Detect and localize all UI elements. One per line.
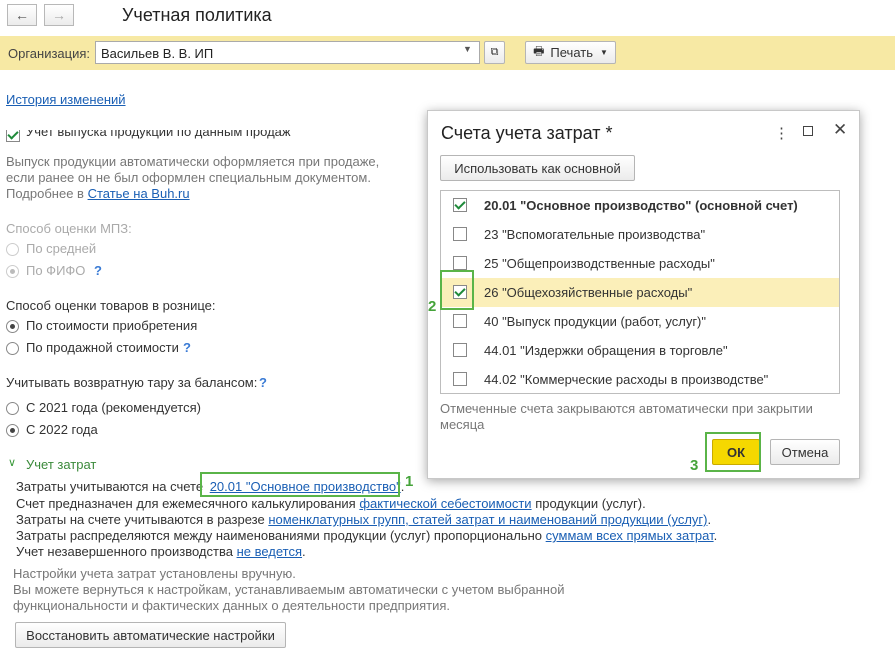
tare-2021-radio[interactable] xyxy=(6,402,19,415)
more-icon[interactable]: ⋮ xyxy=(774,124,789,142)
tare-2022-radio[interactable] xyxy=(6,424,19,437)
list-item[interactable]: 25 "Общепроизводственные расходы" xyxy=(441,249,839,278)
wip-link[interactable]: не ведется xyxy=(237,544,302,559)
highlight-box-2 xyxy=(440,270,474,310)
close-icon[interactable]: ✕ xyxy=(833,120,847,140)
dialog-title: Счета учета затрат * xyxy=(441,123,613,143)
production-more: Подробнее в Статье на Buh.ru xyxy=(6,186,190,201)
costs-line-4: Затраты распределяются между наименовани… xyxy=(16,528,718,543)
mpz-fifo-label: По ФИФО xyxy=(26,263,86,278)
costs-line-2: Счет предназначен для ежемесячного кальк… xyxy=(16,496,646,511)
back-button[interactable]: ← xyxy=(7,4,37,26)
costs-line-3: Затраты на счете учитываются в разрезе н… xyxy=(16,512,712,527)
analytics-link[interactable]: номенклатурных групп, статей затрат и на… xyxy=(268,512,707,527)
direct-costs-link[interactable]: суммам всех прямых затрат xyxy=(546,528,714,543)
forward-button[interactable]: → xyxy=(44,4,74,26)
restore-auto-settings-button[interactable]: Восстановить автоматические настройки xyxy=(15,622,286,648)
highlight-box-3 xyxy=(705,432,761,472)
annotation-1: 1 xyxy=(405,473,414,490)
tare-2021-label: С 2021 года (рекомендуется) xyxy=(26,400,201,415)
help-icon[interactable]: ? xyxy=(183,340,191,355)
actual-cost-link[interactable]: фактической себестоимости xyxy=(359,496,531,511)
help-icon[interactable]: ? xyxy=(94,263,102,278)
dropdown-arrow-icon[interactable]: ▼ xyxy=(463,44,472,54)
page-title: Учетная политика xyxy=(122,5,272,25)
mpz-fifo-radio[interactable] xyxy=(6,265,19,278)
cancel-button[interactable]: Отмена xyxy=(770,439,840,465)
cost-accounts-dialog: Счета учета затрат * ⋮ ✕ Использовать ка… xyxy=(427,110,860,479)
arrow-right-icon: → xyxy=(52,7,66,23)
mpz-avg-label: По средней xyxy=(26,241,97,256)
account-checkbox[interactable] xyxy=(453,227,467,241)
list-item[interactable]: 23 "Вспомогательные производства" xyxy=(441,220,839,249)
dialog-note-2: месяца xyxy=(440,417,485,432)
retail-purchase-label: По стоимости приобретения xyxy=(26,318,198,333)
org-label: Организация: xyxy=(8,46,91,61)
account-checkbox[interactable] xyxy=(453,198,467,212)
retail-label: Способ оценки товаров в рознице: xyxy=(6,298,216,313)
retail-purchase-radio[interactable] xyxy=(6,320,19,333)
list-item[interactable]: 20.01 "Основное производство" (основной … xyxy=(441,191,839,220)
retail-sale-radio[interactable] xyxy=(6,342,19,355)
annotation-3: 3 xyxy=(690,457,699,474)
retail-sale-label: По продажной стоимости xyxy=(26,340,179,355)
costs-note-2: Вы можете вернуться к настройкам, устана… xyxy=(13,582,565,597)
account-checkbox[interactable] xyxy=(453,314,467,328)
printer-icon: 🖶 xyxy=(533,44,545,58)
costs-section-title[interactable]: Учет затрат xyxy=(26,457,96,472)
maximize-icon[interactable] xyxy=(803,126,813,136)
org-input[interactable]: Васильев В. В. ИП ▼ xyxy=(95,41,480,64)
print-button[interactable]: 🖶 Печать ▼ xyxy=(525,41,616,64)
costs-note-3: функциональности и фактических данных о … xyxy=(13,598,451,613)
chevron-down-icon[interactable]: ∨ xyxy=(8,456,16,469)
list-item-selected[interactable]: 26 "Общехозяйственные расходы" xyxy=(441,278,839,307)
production-desc-1: Выпуск продукции автоматически оформляет… xyxy=(6,154,380,169)
costs-line-5: Учет незавершенного производства не веде… xyxy=(16,544,306,559)
costs-note-1: Настройки учета затрат установлены вручн… xyxy=(13,566,296,581)
mpz-avg-radio[interactable] xyxy=(6,243,19,256)
tare-2022-label: С 2022 года xyxy=(26,422,98,437)
account-checkbox[interactable] xyxy=(453,372,467,386)
organization-bar: Организация: Васильев В. В. ИП ▼ ⧉ 🖶 Печ… xyxy=(0,36,895,70)
use-as-main-button[interactable]: Использовать как основной xyxy=(440,155,635,181)
chevron-down-icon: ▼ xyxy=(600,48,608,57)
account-checkbox[interactable] xyxy=(453,256,467,270)
arrow-left-icon: ← xyxy=(15,7,29,23)
production-label: Учет выпуска продукции по данным продаж xyxy=(26,130,291,139)
history-link[interactable]: История изменений xyxy=(6,92,126,107)
open-org-button[interactable]: ⧉ xyxy=(484,41,505,64)
highlight-box-1 xyxy=(200,472,400,497)
list-item[interactable]: 44.01 "Издержки обращения в торговле" xyxy=(441,336,839,365)
production-checkbox[interactable] xyxy=(6,130,20,142)
help-icon[interactable]: ? xyxy=(259,375,267,390)
list-item[interactable]: 40 "Выпуск продукции (работ, услуг)" xyxy=(441,307,839,336)
buh-article-link[interactable]: Статье на Buh.ru xyxy=(88,186,190,201)
annotation-2: 2 xyxy=(428,298,437,315)
account-checkbox[interactable] xyxy=(453,343,467,357)
accounts-list: 20.01 "Основное производство" (основной … xyxy=(440,190,840,394)
dialog-note-1: Отмеченные счета закрываются автоматичес… xyxy=(440,401,813,416)
production-desc-2: если ранее он не был оформлен специальны… xyxy=(6,170,371,185)
open-window-icon: ⧉ xyxy=(490,46,499,58)
tare-label: Учитывать возвратную тару за балансом: xyxy=(6,375,258,390)
list-item[interactable]: 44.02 "Коммерческие расходы в производст… xyxy=(441,365,839,394)
print-label: Печать xyxy=(550,45,593,60)
org-value: Васильев В. В. ИП xyxy=(101,46,214,61)
mpz-label: Способ оценки МПЗ: xyxy=(6,221,132,236)
production-row: Учет выпуска продукции по данным продаж xyxy=(0,130,420,146)
